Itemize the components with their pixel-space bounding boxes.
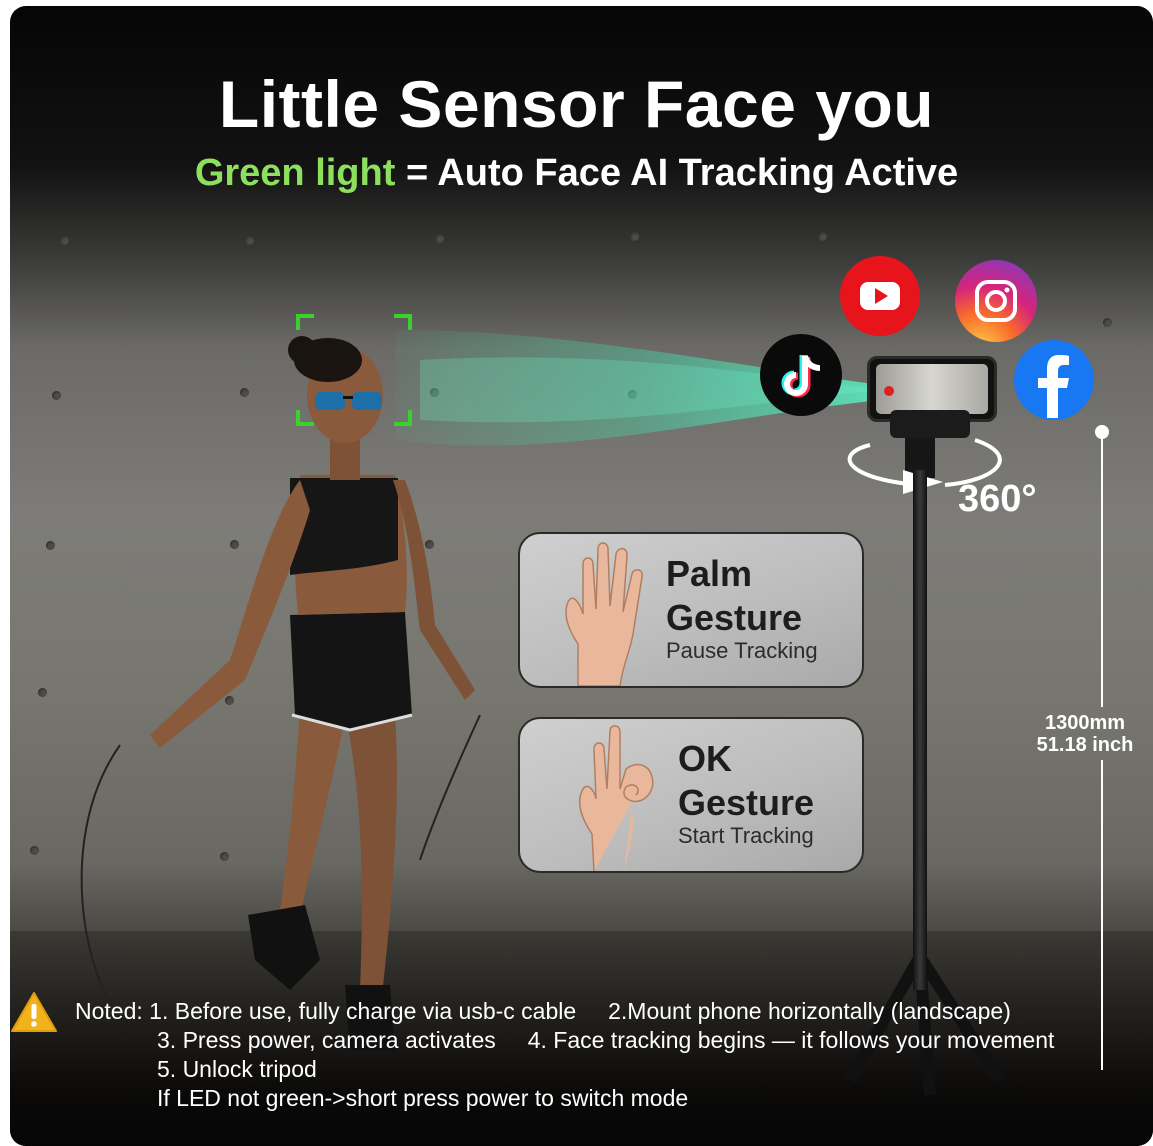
height-inch: 51.18 inch	[1036, 734, 1134, 756]
note-line: 5. Unlock tripod	[157, 1056, 317, 1082]
note-line: 3. Press power, camera activates 4. Face…	[157, 1027, 1055, 1053]
height-mm: 1300mm	[1044, 712, 1126, 734]
height-line-bottom	[1101, 760, 1103, 1070]
gesture-title: OK Gesture	[678, 738, 815, 823]
ok-gesture-card: OK Gesture Start Tracking	[518, 717, 864, 873]
palm-hand-icon	[565, 542, 643, 686]
height-marker	[1095, 425, 1109, 439]
note-line: Noted: 1. Before use, fully charge via u…	[75, 998, 1011, 1024]
rotation-label: 360°	[958, 478, 1037, 520]
ok-hand-icon	[578, 725, 654, 871]
palm-gesture-card: Palm Gesture Pause Tracking	[518, 532, 864, 688]
height-line-top	[1101, 432, 1103, 707]
tripod-pole	[913, 470, 927, 990]
warning-icon	[11, 992, 57, 1032]
gesture-subtitle: Start Tracking	[678, 823, 814, 848]
gesture-title: Palm Gesture	[666, 553, 803, 638]
note-line: If LED not green->short press power to s…	[157, 1085, 689, 1111]
height-label: 1300mm 51.18 inch	[1032, 712, 1138, 756]
usage-notes: Noted: 1. Before use, fully charge via u…	[75, 997, 1054, 1113]
gesture-subtitle: Pause Tracking	[666, 638, 818, 663]
